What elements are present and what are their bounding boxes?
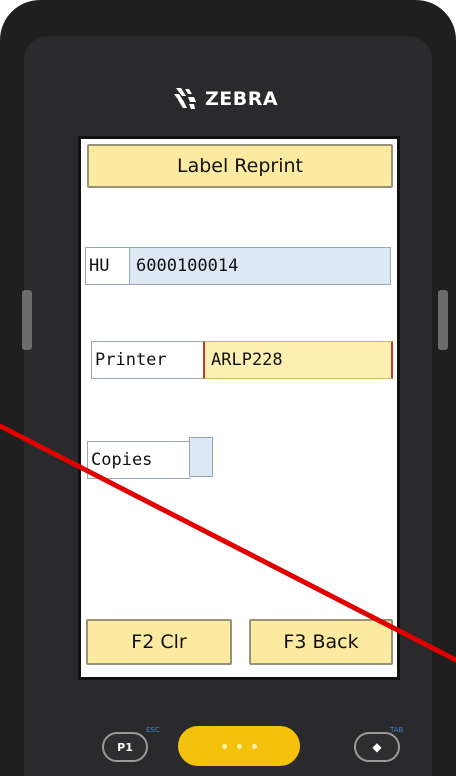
side-button-left[interactable]: [22, 290, 32, 350]
label-reprint-button[interactable]: Label Reprint: [87, 144, 393, 188]
copies-label: Copies: [87, 441, 191, 479]
brand-name: ZEBRA: [205, 88, 279, 110]
p1-key[interactable]: P1: [102, 732, 148, 762]
brand-logo: ZEBRA: [172, 86, 278, 112]
zebra-logo-icon: [174, 88, 196, 109]
scan-dot-icon: [251, 743, 257, 749]
printer-input[interactable]: ARLP228: [203, 341, 393, 379]
device-screen: Label Reprint HU 6000100014 Printer ARLP…: [78, 136, 400, 680]
scan-dot-icon: [221, 743, 227, 749]
side-button-right[interactable]: [438, 290, 448, 350]
hu-input[interactable]: 6000100014: [129, 247, 391, 285]
esc-key-tag: ESC: [146, 726, 160, 734]
diamond-key[interactable]: ◆: [354, 732, 400, 762]
f2-clear-button[interactable]: F2 Clr: [86, 619, 232, 665]
f3-back-button[interactable]: F3 Back: [249, 619, 393, 665]
copies-input[interactable]: [189, 437, 213, 477]
scan-trigger-key[interactable]: [178, 726, 300, 766]
hu-label: HU: [85, 247, 131, 285]
printer-label: Printer: [91, 341, 203, 379]
scan-dot-icon: [236, 743, 242, 749]
